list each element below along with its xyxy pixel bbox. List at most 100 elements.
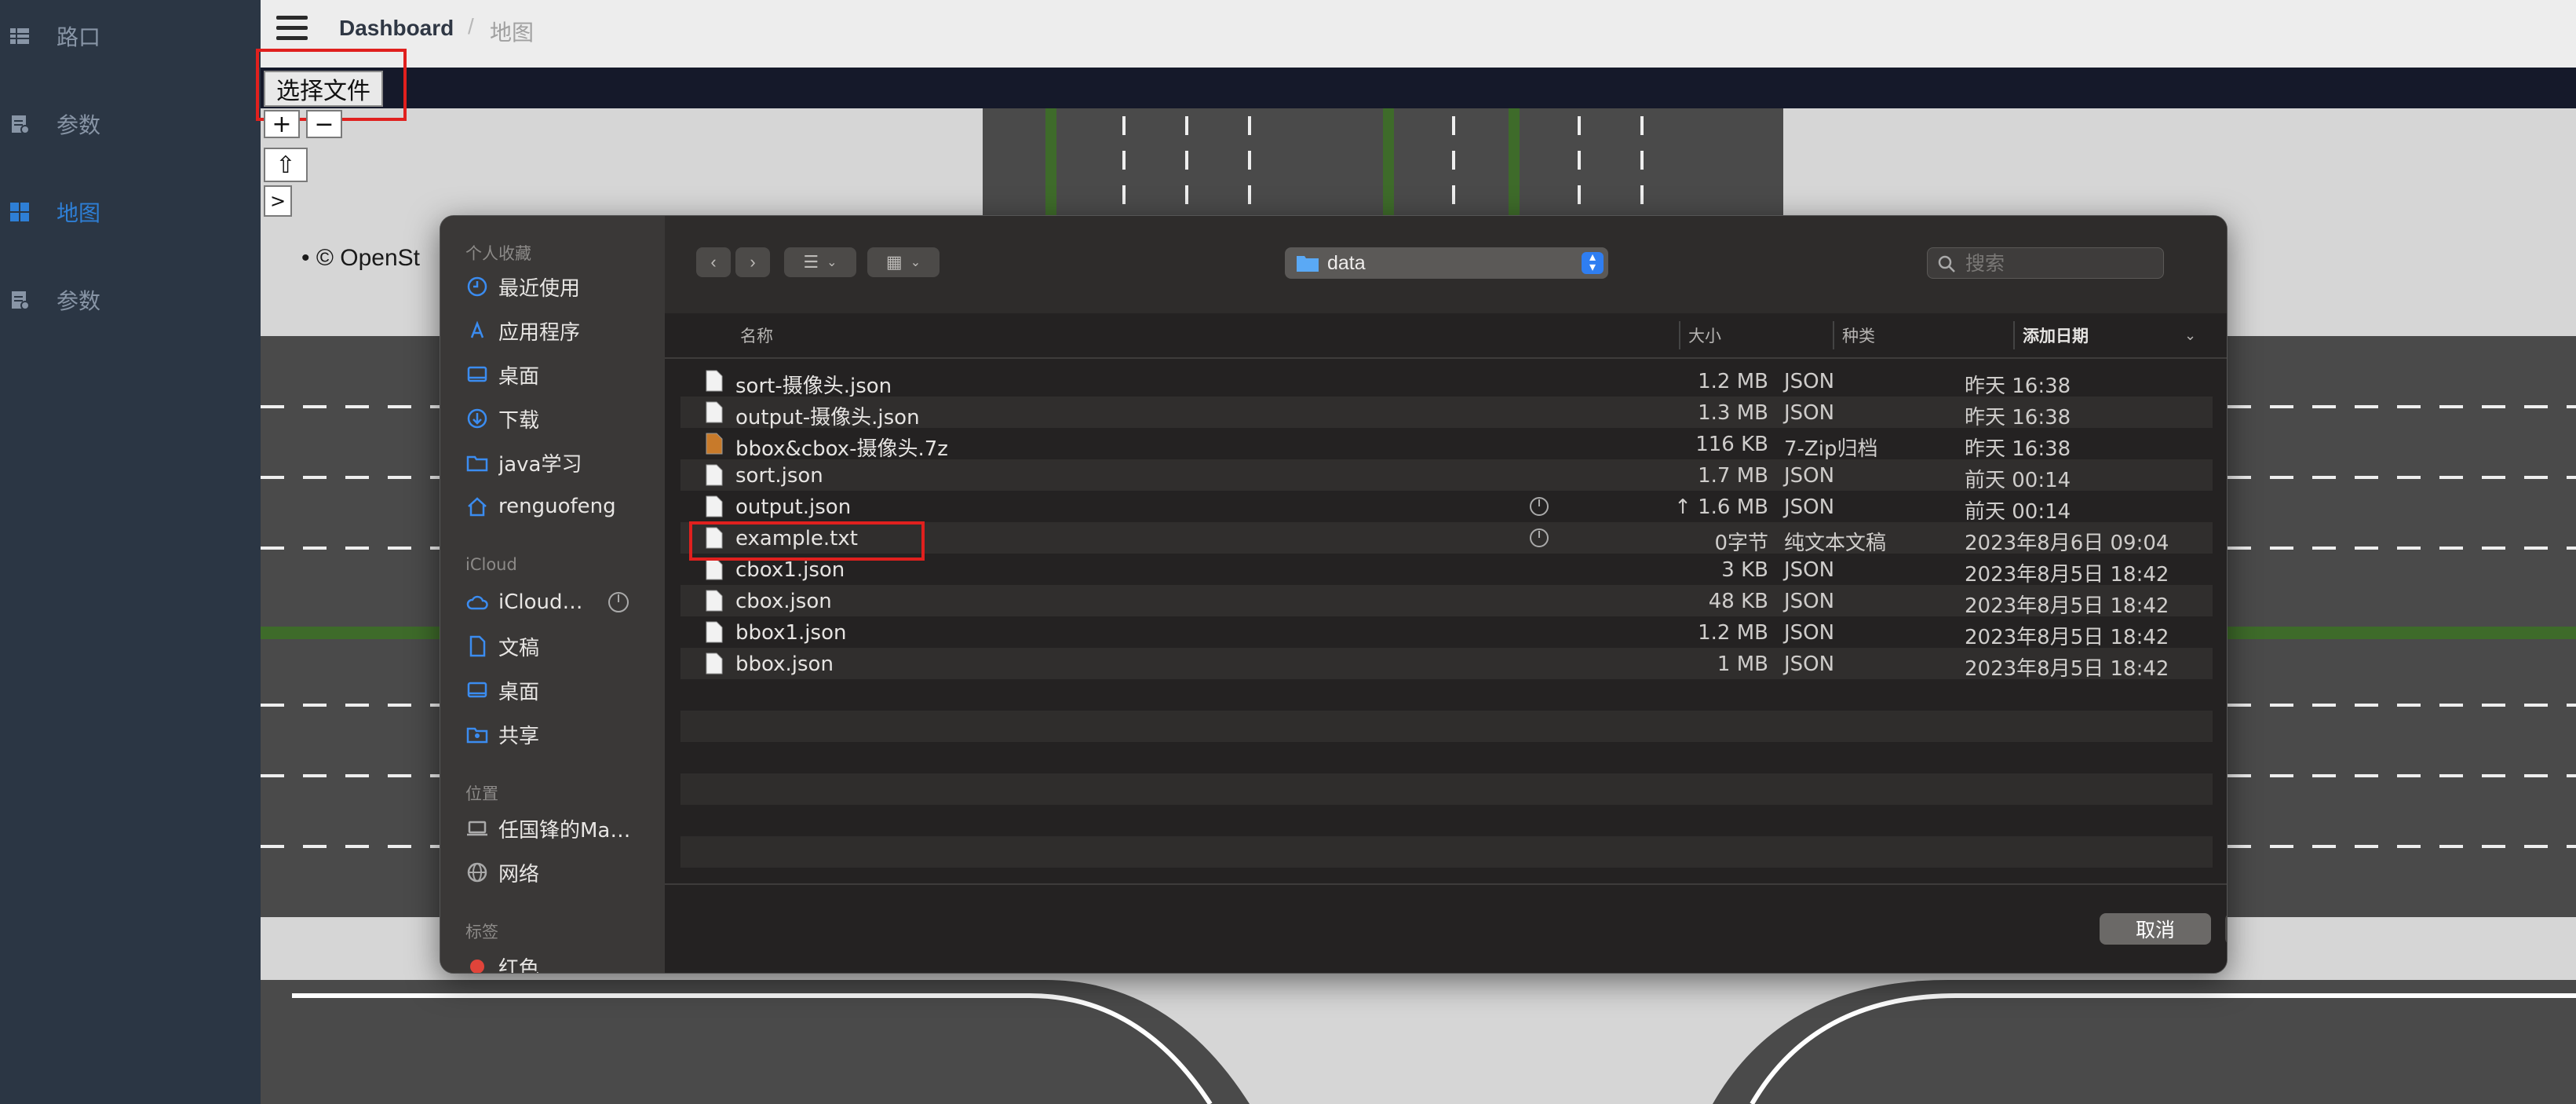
sidebar-item-label: 地图 (57, 200, 101, 226)
search-input[interactable] (1965, 251, 2154, 275)
column-header-name[interactable]: 名称 (740, 313, 773, 357)
file-date-added: 2023年8月5日 18:42 (1965, 594, 2169, 618)
file-kind: 7-Zip归档 (1784, 437, 1878, 461)
file-date-added: 2023年8月5日 18:42 (1965, 657, 2169, 681)
document-icon (12, 291, 30, 310)
sidebar-item-applications[interactable]: 应用程序 (465, 315, 665, 346)
sidebar-item-this-mac[interactable]: 任国锋的Ma… (465, 813, 665, 844)
file-row[interactable]: output-摄像头.json 1.3 MB JSON 昨天 16:38 (680, 397, 2213, 430)
file-icon (706, 653, 723, 674)
updown-chevron-icon: ▴ ▾ (1582, 251, 1604, 274)
file-name: sort-摄像头.json (735, 375, 892, 398)
download-icon (467, 408, 487, 429)
file-date-added: 昨天 16:38 (1965, 406, 2071, 430)
sidebar-item-params-2[interactable]: 参数 (0, 269, 261, 331)
file-name: output.json (735, 495, 852, 519)
grid-view-button[interactable]: ▦ ⌄ (867, 247, 940, 277)
file-kind: JSON (1784, 558, 1835, 582)
desktop-icon (467, 366, 487, 382)
file-icon (706, 401, 723, 423)
sidebar-item-icloud-drive[interactable]: iCloud… (465, 587, 665, 618)
file-kind: JSON (1784, 621, 1835, 645)
sidebar-item-label: 任国锋的Ma… (498, 818, 631, 843)
zoom-out-button[interactable]: − (306, 110, 342, 138)
sidebar-item-desktop[interactable]: 桌面 (465, 359, 665, 390)
cancel-button[interactable]: 取消 (2100, 913, 2211, 945)
sidebar-item-intersection[interactable]: 路口 (0, 5, 261, 68)
sidebar-item-map[interactable]: 地图 (0, 181, 261, 243)
file-date-added: 2023年8月5日 18:42 (1965, 626, 2169, 649)
sidebar-item-network[interactable]: 网络 (465, 857, 665, 888)
file-name: cbox1.json (735, 558, 845, 582)
open-button[interactable]: 打开 (2225, 913, 2227, 945)
list-view-button[interactable]: ☰ ⌄ (784, 247, 856, 277)
file-name: output-摄像头.json (735, 406, 920, 430)
file-kind: JSON (1784, 653, 1835, 676)
chevron-down-icon: ⌄ (826, 256, 837, 269)
upload-progress-icon (1530, 497, 1549, 516)
file-name: bbox.json (735, 653, 834, 676)
file-row[interactable]: bbox.json 1 MB JSON 2023年8月5日 18:42 (680, 648, 2213, 681)
file-row[interactable]: sort.json 1.7 MB JSON 前天 00:14 (680, 459, 2213, 492)
sidebar-item-shared[interactable]: 共享 (465, 718, 665, 750)
cloud-icon (466, 595, 488, 610)
column-header-size[interactable]: 大小 (1688, 313, 1721, 357)
zoom-in-button[interactable]: + (264, 110, 300, 138)
file-kind: JSON (1784, 590, 1835, 613)
file-size: 1 MB (1717, 653, 1768, 676)
sidebar-item-label: iCloud… (498, 590, 583, 614)
file-row[interactable]: sort-摄像头.json 1.2 MB JSON 昨天 16:38 (680, 365, 2213, 398)
file-size: 1.7 MB (1698, 464, 1768, 488)
header-divider (665, 357, 2227, 359)
file-name: bbox1.json (735, 621, 847, 645)
file-size: 0字节 (1714, 532, 1768, 555)
sidebar-item-java-folder[interactable]: java学习 (465, 447, 665, 478)
apps-icon (470, 320, 484, 338)
empty-row (680, 711, 2213, 742)
sidebar-item-tag-red[interactable]: 红色 (465, 951, 665, 973)
current-folder-label: data (1327, 252, 1366, 274)
sidebar-item-label: 下载 (498, 408, 540, 433)
rotate-north-button[interactable]: ⇧ (264, 148, 308, 182)
back-button[interactable]: ‹ (696, 247, 731, 277)
file-row[interactable]: output.json ↑ 1.6 MB JSON 前天 00:14 (680, 491, 2213, 524)
expand-attribution-button[interactable]: > (264, 185, 292, 217)
sidebar-item-label: java学习 (498, 452, 582, 477)
file-kind: 纯文本文稿 (1784, 532, 1887, 555)
file-date-added: 昨天 16:38 (1965, 375, 2071, 398)
file-icon (706, 495, 723, 517)
sort-chevron-icon[interactable]: ⌄ (2184, 313, 2196, 357)
sidebar-item-label: 桌面 (498, 680, 540, 704)
breadcrumb-current: 地图 (490, 20, 535, 46)
sidebar-item-documents[interactable]: 文稿 (465, 631, 665, 662)
map-attribution: • © OpenSt (301, 245, 421, 271)
folder-path-popup[interactable]: data ▴ ▾ (1285, 247, 1608, 279)
document-icon (12, 115, 30, 134)
sidebar-item-label: 路口 (57, 24, 101, 50)
sidebar-item-downloads[interactable]: 下载 (465, 403, 665, 434)
file-date-added: 前天 00:14 (1965, 469, 2071, 492)
sidebar-item-params[interactable]: 参数 (0, 93, 261, 155)
archive-icon (706, 433, 723, 455)
column-header-kind[interactable]: 种类 (1842, 313, 1875, 357)
file-row[interactable]: bbox&cbox-摄像头.7z 116 KB 7-Zip归档 昨天 16:38 (680, 428, 2213, 461)
file-row[interactable]: cbox.json 48 KB JSON 2023年8月5日 18:42 (680, 585, 2213, 618)
map-toolbar-band (261, 68, 2576, 108)
breadcrumb-root[interactable]: Dashboard (339, 16, 454, 41)
forward-button[interactable]: › (735, 247, 770, 277)
file-date-added: 2023年8月5日 18:42 (1965, 563, 2169, 587)
column-header-date-added[interactable]: 添加日期 (2023, 313, 2089, 357)
column-divider[interactable] (2013, 321, 2015, 349)
file-row[interactable]: bbox1.json 1.2 MB JSON 2023年8月5日 18:42 (680, 616, 2213, 649)
column-divider[interactable] (1679, 321, 1680, 349)
file-icon (706, 590, 723, 612)
hamburger-menu-icon[interactable] (276, 16, 308, 41)
file-size: 1.2 MB (1698, 370, 1768, 393)
sidebar-item-home[interactable]: renguofeng (465, 491, 665, 522)
sidebar-item-icloud-desktop[interactable]: 桌面 (465, 674, 665, 706)
search-field[interactable] (1927, 247, 2164, 279)
highlight-annotation-example-file (689, 521, 925, 561)
column-divider[interactable] (1833, 321, 1834, 349)
app-sidebar: 路口 参数 地图 参数 (0, 0, 261, 1104)
sidebar-item-recents[interactable]: 最近使用 (465, 271, 665, 302)
